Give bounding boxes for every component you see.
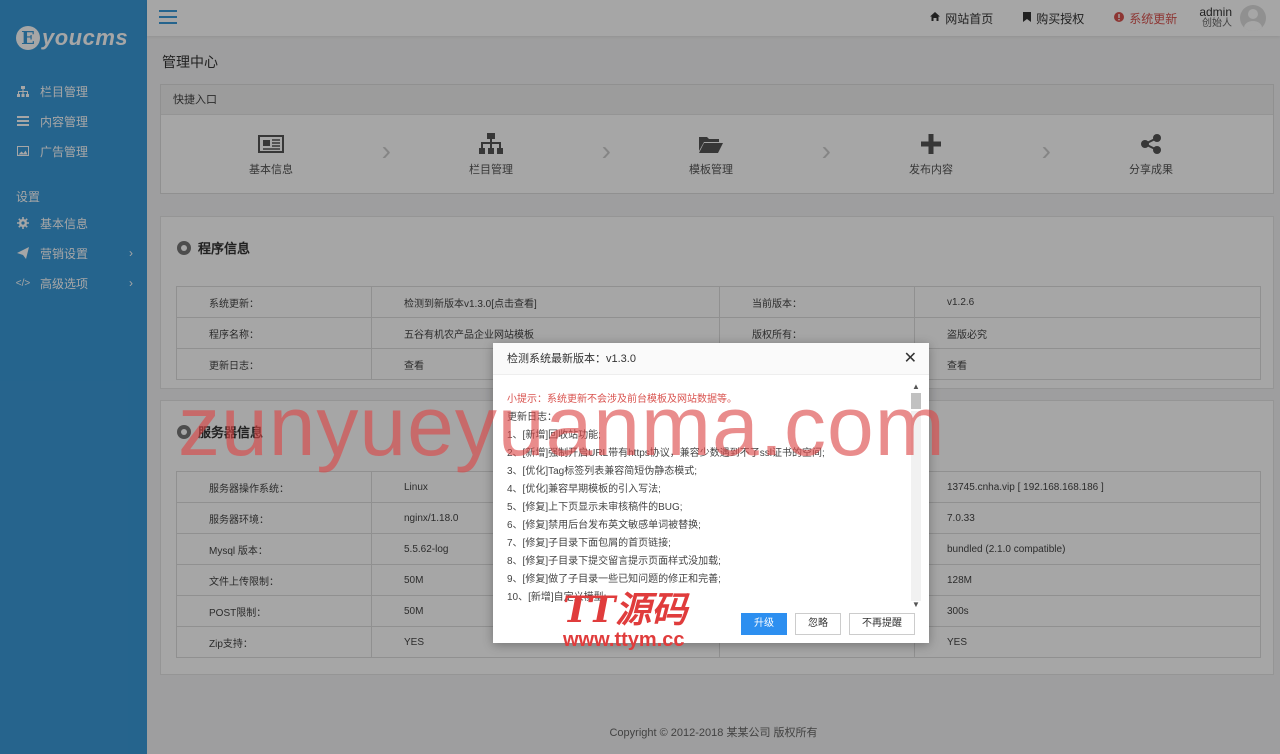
changelog-label: 更新日志： [507, 412, 557, 423]
list-item: 4、[优化]兼容早期模板的引入写法; [507, 484, 661, 495]
dialog-title: 检测系统最新版本：v1.3.0 [507, 353, 636, 365]
list-item: 2、[新增]强制开启URL带有https协议，兼容少数遇到不了ssl证书的空间; [507, 448, 825, 459]
list-item: 6、[修复]禁用后台发布英文敏感单词被替换; [507, 520, 701, 531]
dialog-scrollbar[interactable]: ▲ ▼ [911, 383, 921, 611]
dialog-body: 小提示：系统更新不会涉及前台模板及网站数据等。 更新日志： 1、[新增]回收站功… [493, 375, 929, 609]
scroll-thumb[interactable] [911, 393, 921, 409]
list-item: 3、[优化]Tag标签列表兼容简短伪静态模式; [507, 466, 698, 477]
ignore-button[interactable]: 忽略 [795, 613, 841, 635]
upgrade-button[interactable]: 升级 [741, 613, 787, 635]
list-item: 1、[新增]回收站功能; [507, 430, 601, 441]
list-item: 9、[修复]做了子目录一些已知问题的修正和完善; [507, 574, 721, 585]
list-item: 8、[修复]子目录下提交留言提示页面样式没加载; [507, 556, 721, 567]
scroll-down-icon[interactable]: ▼ [911, 601, 921, 609]
list-item: 7、[修复]子目录下面包屑的首页链接; [507, 538, 671, 549]
close-icon[interactable]: ✕ [904, 343, 917, 375]
scroll-up-icon[interactable]: ▲ [911, 383, 921, 391]
list-item: 10、[新增]自定义模型; [507, 592, 607, 603]
update-dialog: 检测系统最新版本：v1.3.0 ✕ 小提示：系统更新不会涉及前台模板及网站数据等… [493, 343, 929, 643]
dont-remind-button[interactable]: 不再提醒 [849, 613, 915, 635]
dialog-tip: 小提示：系统更新不会涉及前台模板及网站数据等。 [507, 394, 737, 405]
list-item: 5、[修复]上下页显示未审核稿件的BUG; [507, 502, 683, 513]
